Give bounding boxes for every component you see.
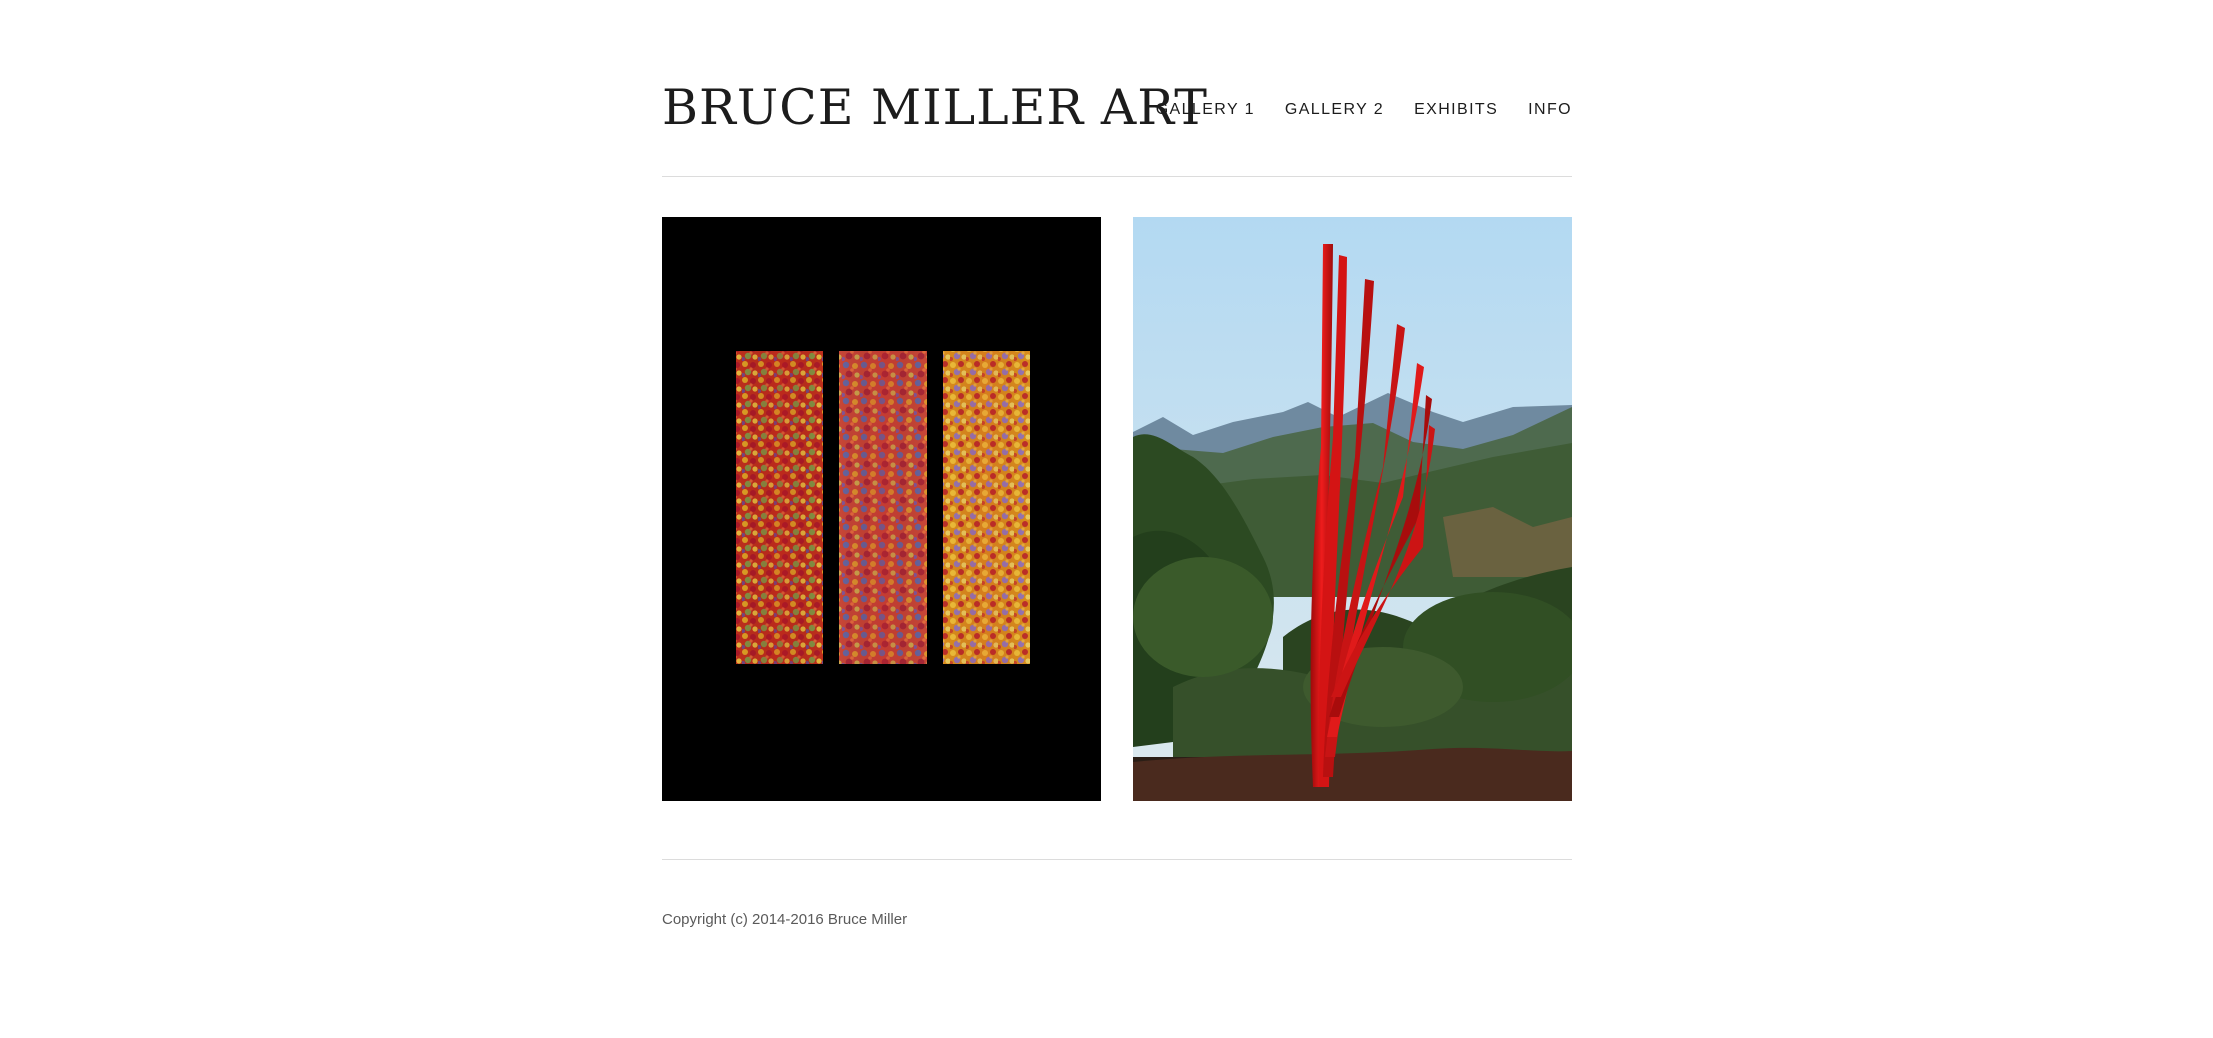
red-sculpture-image [1133,217,1572,801]
main-nav: GALLERY 1 GALLERY 2 EXHIBITS INFO [1156,100,1572,120]
site-title-link[interactable]: BRUCE MILLER ART [662,78,1208,138]
nav-gallery-2[interactable]: GALLERY 2 [1285,100,1384,120]
gallery-grid [662,217,1572,801]
site-header: BRUCE MILLER ART GALLERY 1 GALLERY 2 EXH… [662,78,1572,138]
nav-gallery-1[interactable]: GALLERY 1 [1156,100,1255,120]
footer-copyright: Copyright (c) 2014-2016 Bruce Miller [662,911,908,928]
gallery-image-triptych[interactable] [662,217,1101,801]
footer-divider [662,859,1572,860]
header-divider [662,176,1572,177]
triptych-painting-image [662,217,1101,801]
gallery-image-sculpture[interactable] [1133,217,1572,801]
nav-info[interactable]: INFO [1528,100,1572,120]
nav-exhibits[interactable]: EXHIBITS [1414,100,1498,120]
page-container: BRUCE MILLER ART GALLERY 1 GALLERY 2 EXH… [662,0,1572,1038]
